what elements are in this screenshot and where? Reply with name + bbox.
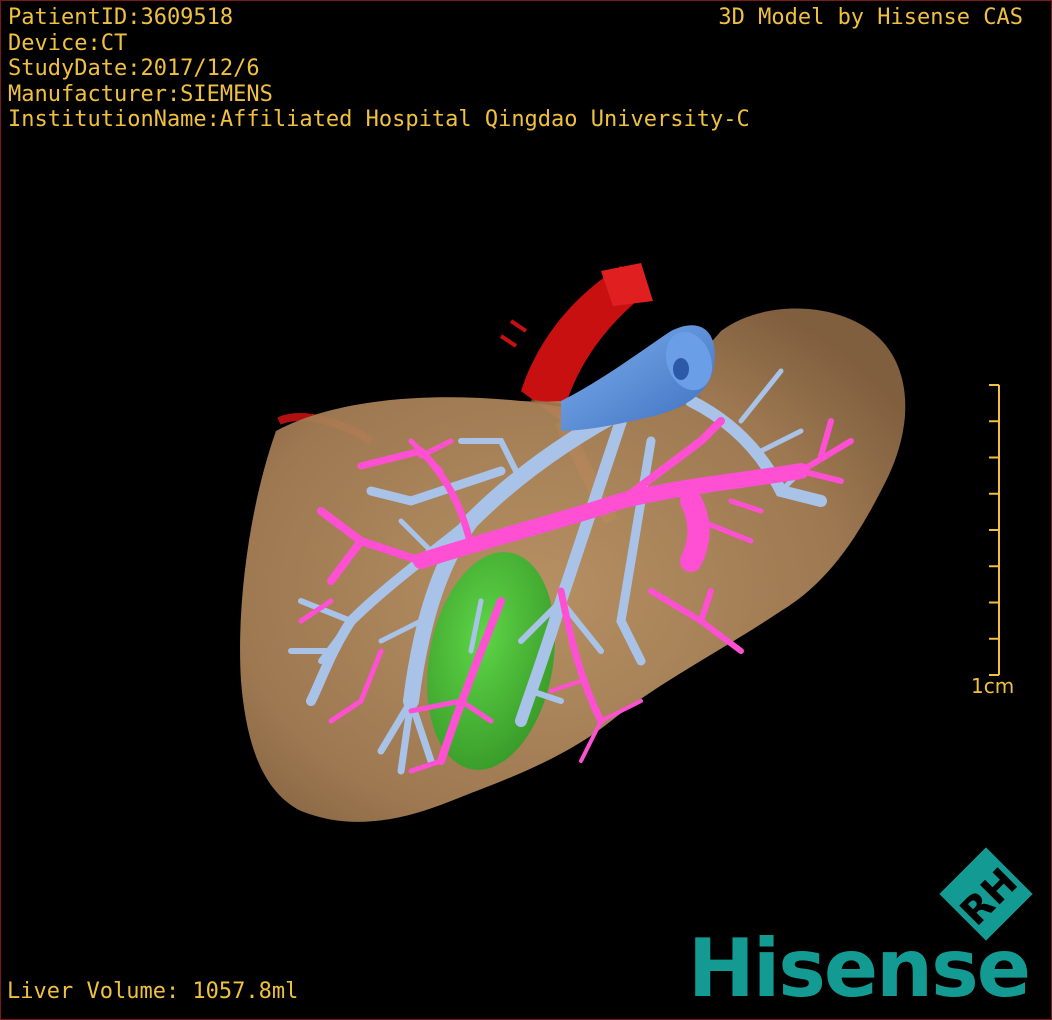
institution-label: InstitutionName:Affiliated Hospital Qing… bbox=[8, 107, 750, 132]
hisense-brand-text: Hisense bbox=[687, 922, 1031, 1015]
device-label: Device:CT bbox=[8, 30, 128, 56]
manufacturer-label: Manufacturer:SIEMENS bbox=[8, 81, 273, 107]
patient-id-label: PatientID:3609518 bbox=[8, 5, 234, 30]
scale-bar bbox=[989, 384, 1000, 676]
liver-3d-model[interactable] bbox=[1, 1, 1052, 1020]
3d-viewport[interactable]: PatientID:3609518 Device:CT StudyDate:20… bbox=[0, 0, 1052, 1020]
study-date-label: StudyDate:2017/12/6 bbox=[8, 56, 260, 81]
model-credit: 3D Model by Hisense CAS bbox=[718, 5, 1023, 30]
dicom-info-panel: PatientID:3609518 Device:CT StudyDate:20… bbox=[8, 5, 750, 133]
liver-volume-label: Liver Volume: 1057.8ml bbox=[7, 979, 299, 1004]
scale-bar-label: 1cm bbox=[971, 674, 1015, 698]
scale-bar-ticks bbox=[989, 384, 999, 676]
